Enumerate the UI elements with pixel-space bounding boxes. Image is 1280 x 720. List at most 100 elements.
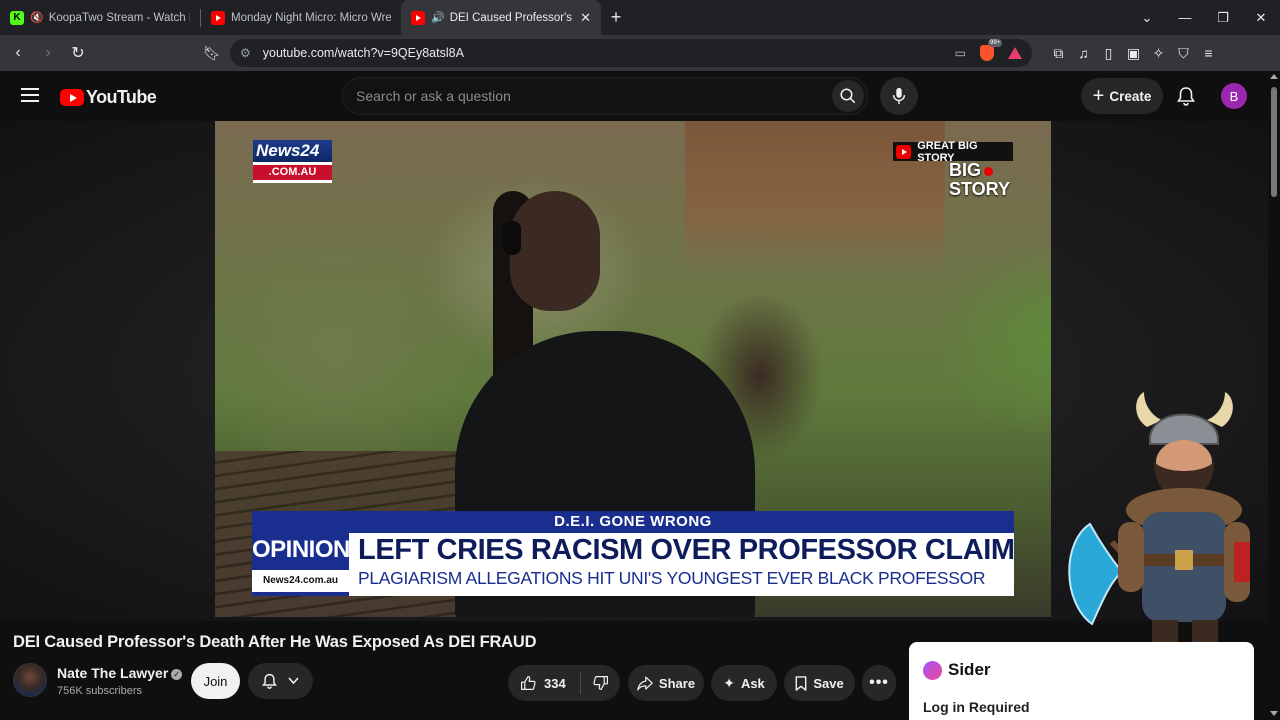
- leo-ai-icon[interactable]: ✧: [1146, 45, 1171, 62]
- ask-label: Ask: [740, 675, 765, 691]
- ask-button[interactable]: ✦ Ask: [711, 665, 777, 701]
- sider-name: Sider: [948, 660, 991, 679]
- menu-icon[interactable]: ≡: [1196, 45, 1221, 62]
- maximize-button[interactable]: ❐: [1204, 10, 1242, 26]
- wallet-icon[interactable]: ▣: [1121, 45, 1146, 62]
- tab-koopatwo[interactable]: K 🔇 KoopaTwo Stream - Watch Live o: [0, 0, 200, 35]
- subscriber-count: 756K subscribers: [57, 685, 142, 697]
- tab-title: DEI Caused Professor's Death: [449, 11, 574, 24]
- channel-avatar[interactable]: [13, 663, 47, 697]
- sider-brain-icon: [923, 660, 942, 680]
- tab-dei-video[interactable]: 🔊 DEI Caused Professor's Death ✕: [401, 0, 601, 35]
- youtube-play-icon: [60, 89, 84, 106]
- share-button[interactable]: Share: [628, 665, 704, 701]
- more-actions-button[interactable]: •••: [862, 665, 896, 701]
- plus-icon: +: [1092, 85, 1105, 107]
- window-controls: ⌄ — ❐ ✕: [1128, 0, 1280, 35]
- tab-title: Monday Night Micro: Micro Wrestlin: [231, 11, 391, 24]
- video-title: DEI Caused Professor's Death After He Wa…: [13, 633, 537, 651]
- scroll-down-arrow-icon[interactable]: [1270, 711, 1278, 716]
- youtube-play-icon: [896, 144, 912, 159]
- guide-menu-icon[interactable]: [21, 88, 39, 106]
- news24-logo-word: News: [256, 141, 301, 160]
- search-input[interactable]: [343, 78, 832, 114]
- media-icon[interactable]: ♫: [1071, 45, 1096, 62]
- share-arrow-icon: [637, 675, 653, 690]
- youtube-logo-icon: [211, 10, 225, 25]
- create-label: Create: [1109, 88, 1152, 104]
- tab-title: KoopaTwo Stream - Watch Live o: [48, 11, 190, 24]
- new-tab-button[interactable]: +: [601, 7, 631, 28]
- voice-search-button[interactable]: [880, 77, 918, 115]
- youtube-home-logo[interactable]: YouTube: [60, 87, 157, 108]
- sider-logo: Sider: [923, 660, 991, 680]
- channel-name[interactable]: Nate The Lawyer ✓: [57, 665, 183, 681]
- youtube-logo-icon: [411, 10, 425, 25]
- video-player[interactable]: News24 .COM.AU GREAT BIG STORY BIG STORY…: [215, 121, 1051, 617]
- forward-button[interactable]: ›: [36, 44, 60, 62]
- verified-check-icon: ✓: [171, 669, 183, 680]
- news-lower-third: D.E.I. GONE WRONG OPINION News24.com.au …: [252, 511, 1015, 596]
- cast-icon[interactable]: ▭: [955, 46, 966, 60]
- sidebar-icon[interactable]: ▯: [1096, 45, 1121, 62]
- video-scene-head: [510, 191, 600, 311]
- create-button[interactable]: + Create: [1081, 78, 1163, 114]
- bookmark-icon[interactable]: 🔖︎: [200, 45, 224, 62]
- muted-speaker-icon[interactable]: 🔇: [30, 11, 44, 24]
- channel-name-text[interactable]: Nate The Lawyer: [57, 665, 168, 681]
- address-bar[interactable]: ⚙︎ youtube.com/watch?v=9QEy8atsl8A ▭ 99+: [230, 39, 1032, 67]
- bookmark-icon: [795, 675, 807, 691]
- kick-logo-icon: K: [10, 10, 24, 25]
- minimize-button[interactable]: —: [1166, 10, 1204, 25]
- lower-third-subhead: PLAGIARISM ALLEGATIONS HIT UNI'S YOUNGES…: [358, 568, 986, 588]
- page-scrollbar[interactable]: [1268, 71, 1280, 720]
- dislike-button[interactable]: [581, 675, 620, 691]
- microphone-icon: [892, 87, 906, 105]
- scroll-up-arrow-icon[interactable]: [1270, 74, 1278, 79]
- close-tab-icon[interactable]: ✕: [580, 10, 591, 26]
- tab-search-chevron-icon[interactable]: ⌄: [1128, 10, 1166, 26]
- watermark-line-1: BIG: [949, 160, 982, 180]
- headline-block: LEFT CRIES RACISM OVER PROFESSOR CLAIM P…: [349, 533, 1015, 596]
- lower-third-headline: LEFT CRIES RACISM OVER PROFESSOR CLAIM: [358, 534, 1015, 566]
- search-icon: [840, 88, 856, 104]
- speaker-icon[interactable]: 🔊: [431, 11, 445, 24]
- site-info-icon[interactable]: ⚙︎: [240, 46, 251, 60]
- tab-monday-night-micro[interactable]: Monday Night Micro: Micro Wrestlin: [201, 0, 401, 35]
- thumbs-up-icon: [521, 676, 536, 690]
- news24-logo: News24 .COM.AU: [253, 140, 332, 183]
- join-button[interactable]: Join: [191, 663, 240, 699]
- news24-logo-domain: .COM.AU: [253, 165, 332, 180]
- record-dot-icon: [984, 167, 994, 176]
- search-bar: [342, 77, 868, 115]
- browser-tab-strip: K 🔇 KoopaTwo Stream - Watch Live o Monda…: [0, 0, 1280, 35]
- like-dislike-group: 334: [508, 665, 620, 701]
- extensions-icon[interactable]: ⧉: [1046, 45, 1071, 62]
- notifications-button[interactable]: [1173, 83, 1199, 109]
- youtube-wordmark: YouTube: [86, 87, 157, 107]
- sider-login-message[interactable]: Log in Required: [923, 699, 1030, 715]
- like-count: 334: [544, 675, 566, 691]
- watermark-line-2: STORY: [949, 179, 1011, 199]
- url-text[interactable]: youtube.com/watch?v=9QEy8atsl8A: [263, 46, 955, 60]
- sparkle-icon: ✦: [723, 674, 735, 691]
- bell-icon: [262, 673, 278, 689]
- search-button[interactable]: [832, 80, 864, 112]
- scrollbar-thumb[interactable]: [1271, 87, 1277, 197]
- close-window-button[interactable]: ✕: [1242, 10, 1280, 26]
- brave-shields-icon[interactable]: 99+: [980, 39, 1003, 61]
- reload-button[interactable]: ↻: [66, 43, 90, 63]
- lower-third-tag: D.E.I. GONE WRONG: [252, 511, 1014, 533]
- save-label: Save: [813, 675, 844, 691]
- subscription-notifications-button[interactable]: [248, 663, 313, 699]
- brave-rewards-icon[interactable]: [1008, 47, 1022, 59]
- vpn-icon[interactable]: ⛉: [1171, 45, 1196, 62]
- chevron-down-icon: [288, 677, 299, 685]
- shields-badge: 99+: [988, 39, 1003, 47]
- big-story-watermark: BIG STORY: [949, 161, 1013, 199]
- save-button[interactable]: Save: [784, 665, 855, 701]
- account-avatar[interactable]: B: [1221, 83, 1247, 109]
- more-horizontal-icon: •••: [869, 674, 889, 691]
- back-button[interactable]: ‹: [6, 44, 30, 62]
- like-button[interactable]: 334: [508, 672, 581, 694]
